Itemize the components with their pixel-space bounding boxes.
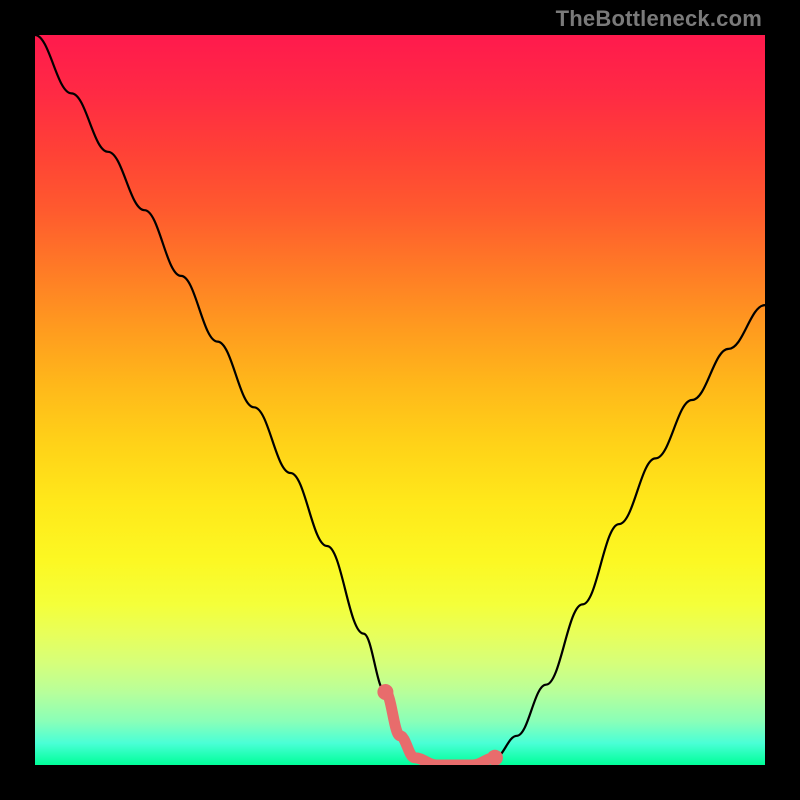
plot-area [35, 35, 765, 765]
watermark-text: TheBottleneck.com [556, 6, 762, 32]
highlight-dot-right [487, 750, 503, 765]
curve-svg [35, 35, 765, 765]
chart-frame: TheBottleneck.com [0, 0, 800, 800]
highlight-segment [385, 692, 495, 765]
bottleneck-curve [35, 35, 765, 765]
highlight-dot-left [377, 684, 393, 700]
